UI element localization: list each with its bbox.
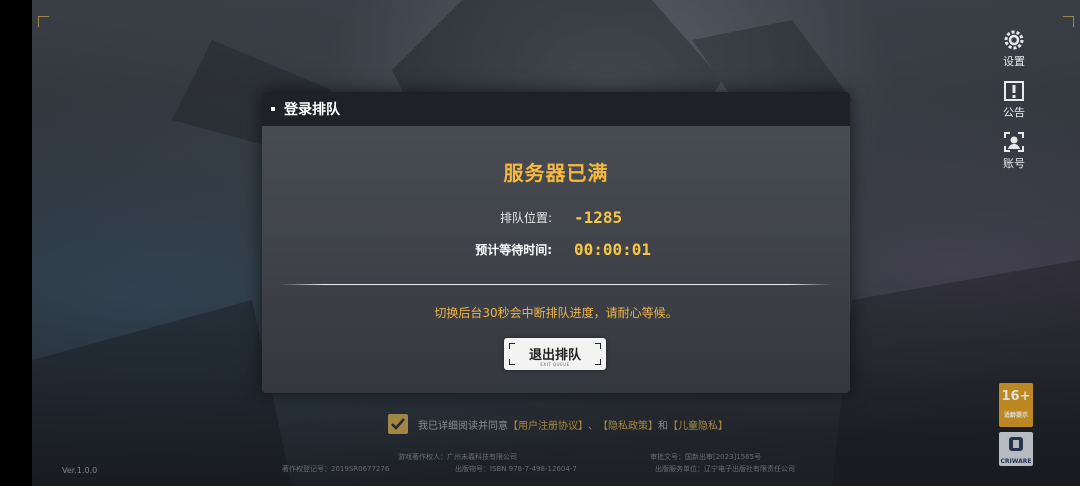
left-black-bar — [0, 0, 32, 486]
account-icon — [1004, 132, 1024, 152]
approval-number: 审批文号：国新出审[2023]1565号 — [650, 453, 762, 461]
copyright-owner: 游戏著作权人：广州未羲科技有限公司 — [398, 453, 517, 461]
queue-position-label: 排队位置: — [499, 211, 552, 225]
background-warning-text: 切换后台30秒会中断排队进度，请耐心等候。 — [434, 306, 678, 320]
age-rating-number: 16+ — [1001, 389, 1031, 404]
gear-icon — [1004, 30, 1024, 50]
check-icon — [391, 418, 405, 430]
wait-time-value: 00:00:01 — [574, 240, 652, 259]
user-agreement-link[interactable]: 【用户注册协议】 — [508, 417, 588, 432]
dialog-title: 登录排队 — [284, 102, 340, 118]
wait-time-row: 预计等待时间: 00:00:01 — [262, 240, 850, 259]
registration-number: 著作权登记号：2019SR0677276 — [282, 465, 390, 473]
queue-position-row: 排队位置: -1285 — [262, 208, 850, 227]
wait-time-label: 预计等待时间: — [475, 243, 552, 257]
exit-queue-sublabel: EXIT QUEUE — [540, 362, 570, 367]
publisher: 出版服务单位：辽宁电子出版社有限责任公司 — [655, 465, 795, 473]
criware-icon — [1009, 437, 1023, 451]
dialog-header: 登录排队 — [262, 92, 850, 126]
exit-queue-button[interactable]: 退出排队 EXIT QUEUE — [504, 338, 606, 370]
notice-icon — [1004, 81, 1024, 101]
agreement-sep-1: 、 — [588, 420, 598, 432]
agreement-row: 我已详细阅读并同意 【用户注册协议】 、 【隐私政策】 和 【儿童隐私】 — [388, 414, 728, 434]
server-full-title: 服务器已满 — [503, 161, 609, 185]
header-marker — [271, 107, 275, 111]
account-button[interactable]: 账号 — [996, 130, 1032, 171]
frame-corner-tr — [1063, 16, 1074, 27]
child-privacy-link[interactable]: 【儿童隐私】 — [668, 417, 728, 432]
privacy-policy-link[interactable]: 【隐私政策】 — [598, 417, 658, 432]
settings-label: 设置 — [1003, 55, 1025, 68]
criware-logo: CRIWARE — [999, 432, 1033, 466]
divider-line — [280, 284, 832, 285]
isbn-number: 出版物号：ISBN 978-7-498-12604-7 — [455, 465, 577, 473]
login-queue-dialog: 登录排队 服务器已满 排队位置: -1285 预计等待时间: 00:00:01 … — [262, 92, 850, 393]
frame-corner-tl — [38, 16, 49, 27]
notice-button[interactable]: 公告 — [996, 79, 1032, 120]
notice-label: 公告 — [1003, 106, 1025, 119]
agreement-checkbox[interactable] — [388, 414, 408, 434]
version-text: Ver.1.0.0 — [62, 466, 98, 475]
agreement-text: 我已详细阅读并同意 — [418, 420, 508, 432]
exit-queue-label: 退出排队 — [528, 348, 581, 363]
settings-button[interactable]: 设置 — [996, 28, 1032, 69]
account-label: 账号 — [1003, 157, 1025, 170]
queue-position-value: -1285 — [574, 208, 623, 227]
age-rating-text: 适龄提示 — [1003, 412, 1028, 419]
criware-text: CRIWARE — [1000, 458, 1032, 465]
age-rating-badge[interactable]: 16+ 适龄提示 — [999, 383, 1033, 427]
agreement-sep-2: 和 — [658, 420, 668, 432]
